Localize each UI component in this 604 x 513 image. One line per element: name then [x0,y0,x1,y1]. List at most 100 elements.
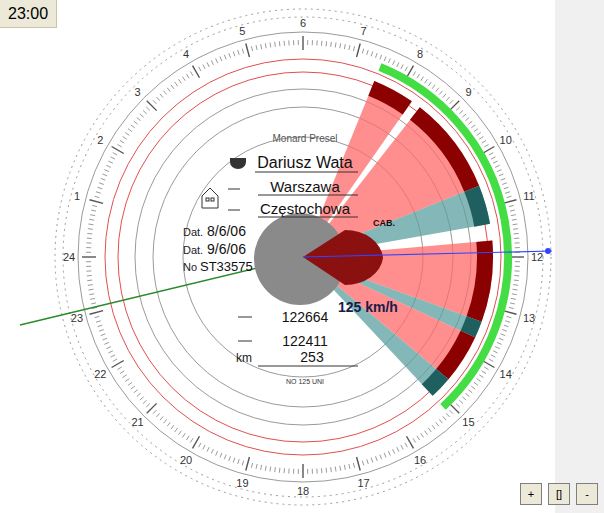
dial-tick [120,371,124,374]
dial-tick [229,53,231,58]
dial-tick [199,67,201,71]
dial-tick [321,468,322,473]
dial-tick [353,46,354,51]
dial-tick [326,41,328,46]
dial-tick [89,223,94,225]
dial-tick [479,136,483,139]
dial-tick [456,404,460,407]
hour-label: 11 [523,190,534,202]
dial-tick [224,55,226,60]
dial-tick [316,469,317,474]
dial-tick [493,161,497,163]
dial-tick [491,355,495,357]
distance-label: km [236,351,252,365]
zoom-button[interactable]: [] [548,483,570,505]
dial-tick [147,403,157,413]
max-speed: 125 km/h [338,299,398,315]
dial-tick [425,431,428,435]
dial-tick [269,467,271,472]
dial-tick [128,129,132,132]
dial-tick [260,44,262,49]
dial-tick [220,57,222,62]
dial-tick [459,110,463,113]
dial-tick [120,140,124,143]
dial-tick [164,91,167,95]
dial-tick [156,413,159,417]
dial-tick [407,66,414,78]
dial-tick [367,459,369,464]
dial-tick [98,187,103,189]
dial-tick [417,74,420,78]
dial-tick [113,153,117,155]
dial-tick [284,468,285,473]
dial-tick [514,238,519,239]
dial-tick [96,192,101,194]
date-row: Dat.8/6/06 [183,223,246,239]
dial-tick [502,183,507,185]
dial-tick [380,455,382,460]
dial-tick [436,422,439,426]
dial-tick [87,233,92,235]
hour-label: 9 [465,86,471,98]
dial-tick [459,400,463,403]
dial-tick [503,311,517,315]
dial-tick [265,43,267,48]
dial-tick [509,205,514,206]
dial-tick [335,467,337,472]
zoom-button[interactable]: + [520,483,542,505]
dial-tick [367,50,369,55]
dial-tick [211,449,213,454]
dial-tick [216,451,218,456]
odometer-end: 122664 [282,309,329,325]
dial-tick [233,52,235,57]
dial-tick [193,436,200,448]
svg-text:Dat.: Dat. [183,226,203,238]
dial-tick [349,464,350,469]
dial-tick [190,438,193,442]
dial-tick [405,67,407,71]
dial-tick [293,40,294,45]
dial-tick [515,242,520,243]
dial-tick [515,247,520,248]
tachograph-viewer: 123456789101112131415161718192021222324M… [0,0,604,513]
dial-tick [450,100,453,104]
dial-tick [384,453,386,458]
dial-tick [265,466,267,471]
hour-label: 20 [180,454,192,466]
dial-tick [371,458,373,463]
dial-tick [86,252,91,253]
dial-tick [505,192,510,194]
dial-tick [432,85,435,89]
dial-tick [312,40,313,45]
dial-tick [146,107,150,110]
dial-tick [156,97,159,101]
dial-tick [307,469,308,474]
hour-label: 1 [74,190,80,202]
dial-tick [274,467,276,472]
hour-label: 17 [357,477,369,489]
dial-tick [507,196,512,197]
dial-tick [251,463,252,468]
hour-label: 23 [71,312,83,324]
dial-tick [330,42,332,47]
tachograph-disc[interactable]: 123456789101112131415161718192021222324M… [0,0,555,513]
dial-tick [90,200,104,204]
dial-tick [137,118,141,121]
dial-tick [439,91,442,95]
dial-tick [256,464,257,469]
dial-tick [514,275,519,276]
svg-text:No: No [183,261,197,273]
dial-tick [326,468,328,473]
dial-tick [111,355,115,357]
dial-tick [203,445,205,449]
dial-tick [425,79,428,83]
dial-tick [171,85,174,89]
dial-tick [407,436,414,448]
dial-tick [330,467,332,472]
dial-tick [125,133,129,136]
dial-tick [482,361,494,368]
house-icon [202,188,218,208]
zoom-button[interactable]: - [576,483,598,505]
dial-tick [443,416,446,420]
maker-text: Monard Presel [272,133,337,144]
